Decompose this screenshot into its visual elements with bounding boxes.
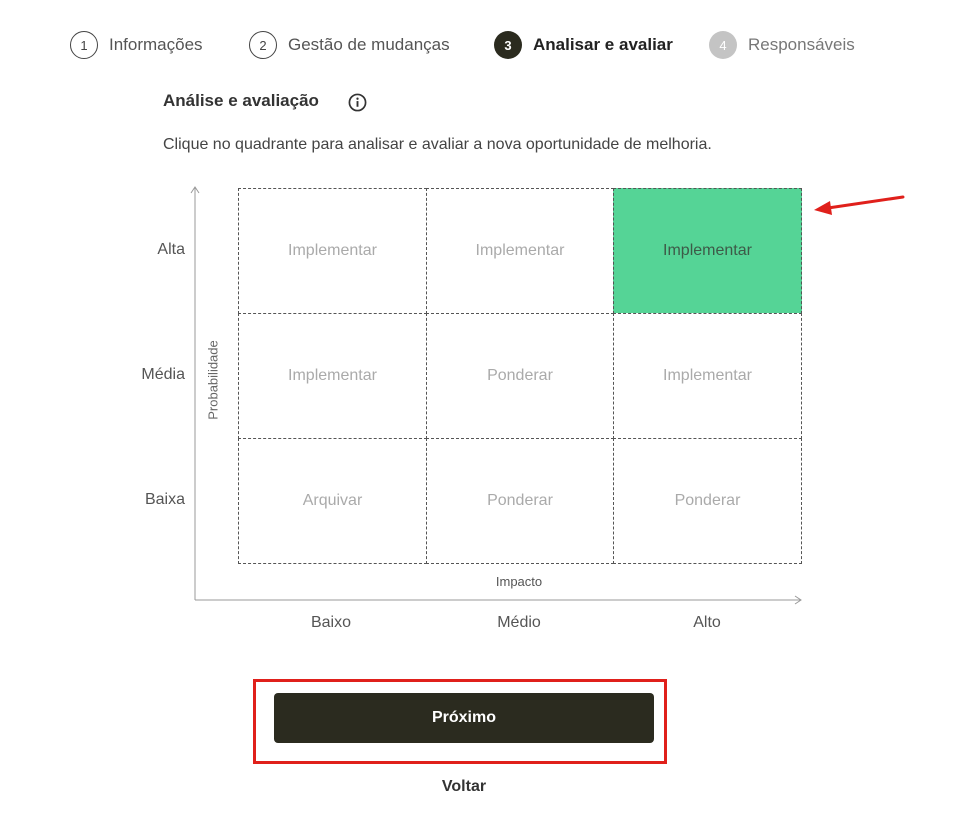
matrix-cell-media-alto[interactable]: Implementar xyxy=(613,313,802,439)
row-label-baixa: Baixa xyxy=(144,491,185,508)
back-link[interactable]: Voltar xyxy=(442,778,486,796)
row-label-alta: Alta xyxy=(157,241,185,258)
matrix-cell-baixa-medio[interactable]: Ponderar xyxy=(426,438,614,564)
annotation-arrow-icon xyxy=(814,195,905,215)
y-axis-title: Probabilidade xyxy=(205,340,221,420)
column-label-baixo: Baixo xyxy=(310,614,352,631)
matrix-cell-baixa-alto[interactable]: Ponderar xyxy=(613,438,802,564)
matrix-cell-alta-alto[interactable]: Implementar xyxy=(613,188,802,314)
risk-matrix: Implementar Implementar Implementar Impl… xyxy=(238,188,802,564)
matrix-cell-alta-baixo[interactable]: Implementar xyxy=(238,188,427,314)
column-label-medio: Médio xyxy=(497,614,541,631)
x-axis-title: Impacto xyxy=(495,574,543,589)
matrix-cell-media-baixo[interactable]: Implementar xyxy=(238,313,427,439)
matrix-cell-baixa-baixo[interactable]: Arquivar xyxy=(238,438,427,564)
matrix-cell-alta-medio[interactable]: Implementar xyxy=(426,188,614,314)
matrix-cell-media-medio[interactable]: Ponderar xyxy=(426,313,614,439)
next-button[interactable]: Próximo xyxy=(274,693,654,743)
row-label-media: Média xyxy=(141,366,185,383)
column-label-alto: Alto xyxy=(693,614,721,631)
